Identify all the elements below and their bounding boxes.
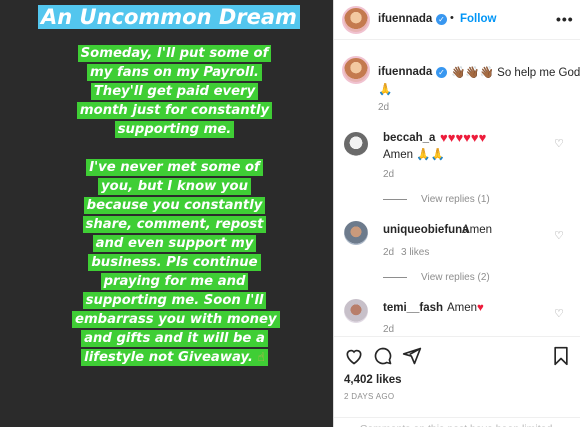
likes-count[interactable]: 4,402 likes: [344, 374, 402, 386]
verified-badge-icon: ✓: [436, 14, 447, 25]
like-comment-heart-icon[interactable]: ♡: [554, 229, 564, 242]
comment-username[interactable]: beccah_a: [383, 132, 435, 144]
comments-limited-notice: Comments on this post have been limited.: [334, 417, 580, 427]
comments-panel: ifuennada ✓ • Follow ••• ifuennada ✓ 👋🏾👋…: [333, 0, 580, 427]
story-paragraph-1: Someday, I'll put some of my fans on my …: [76, 45, 273, 138]
heart-outline-icon[interactable]: [344, 346, 364, 366]
caption-avatar[interactable]: [342, 56, 370, 84]
caption-username[interactable]: ifuennada: [378, 66, 432, 78]
comment-icon[interactable]: [373, 346, 393, 366]
follow-button[interactable]: Follow: [460, 13, 496, 25]
comment-time: 2d: [383, 247, 395, 258]
view-replies-link[interactable]: View replies (1): [383, 194, 490, 205]
like-comment-heart-icon[interactable]: ♡: [554, 137, 564, 150]
share-icon[interactable]: [402, 346, 422, 366]
story-image: An Uncommon Dream Someday, I'll put some…: [0, 0, 333, 427]
story-title: An Uncommon Dream: [38, 5, 300, 29]
comment-avatar[interactable]: [344, 132, 368, 156]
caption-time: 2d: [378, 102, 390, 113]
comment-likes[interactable]: 3 likes: [401, 247, 429, 258]
story-text: Someday, I'll put some of my fans on my …: [72, 44, 280, 386]
post-age[interactable]: 2 DAYS AGO: [344, 392, 394, 401]
avatar[interactable]: [342, 6, 370, 34]
like-comment-heart-icon[interactable]: ♡: [554, 307, 564, 320]
action-bar: 4,402 likes 2 DAYS AGO Comments on this …: [334, 336, 580, 427]
comment-time: 2d: [383, 169, 395, 180]
pointing-finger-icon: ☝: [257, 350, 265, 364]
praying-hands-icon: 🙏: [378, 84, 393, 96]
view-replies-link[interactable]: View replies (2): [383, 272, 490, 283]
comment-text: Amen♥: [447, 302, 484, 314]
comment-avatar[interactable]: [344, 221, 368, 245]
verified-badge-icon: ✓: [436, 67, 447, 78]
story-paragraph-2: I've never met some of you, but I know y…: [72, 159, 280, 366]
caption-text: 👋🏾👋🏾👋🏾 So help me God: [451, 67, 580, 79]
comment-username[interactable]: uniqueobiefuna: [383, 224, 469, 236]
comment-text: Amen 🙏🙏: [383, 149, 445, 161]
more-icon[interactable]: •••: [556, 11, 574, 27]
separator-dot: •: [450, 12, 454, 24]
comment-avatar[interactable]: [344, 299, 368, 323]
comment-time: 2d: [383, 324, 395, 335]
post-header: ifuennada ✓ • Follow •••: [334, 0, 580, 40]
comment-username[interactable]: temi__fash: [383, 302, 443, 314]
comment-text: Amen: [462, 224, 493, 236]
bookmark-icon[interactable]: [552, 346, 570, 366]
comment-hearts: ♥♥♥♥♥♥: [440, 130, 487, 145]
header-username[interactable]: ifuennada: [378, 13, 432, 25]
